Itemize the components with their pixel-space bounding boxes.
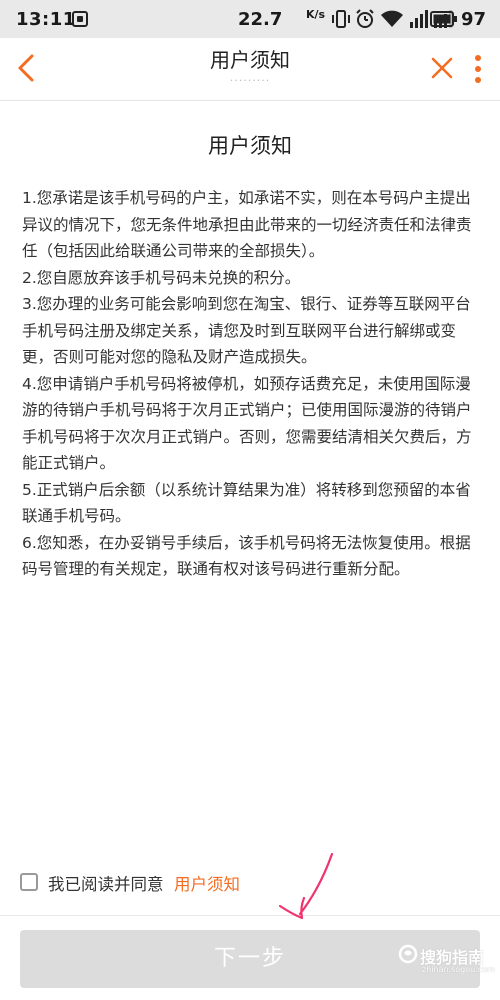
notification-app-icon	[72, 11, 88, 27]
agree-label[interactable]: 我已阅读并同意	[48, 871, 164, 895]
terms-item: 6.您知悉，在办妥销号手续后，该手机号码将无法恢复使用。根据码号管理的有关规定，…	[22, 533, 471, 579]
back-button[interactable]	[10, 50, 46, 86]
terms-link[interactable]: 用户须知	[174, 871, 240, 895]
page-subtitle: ·········	[229, 74, 271, 87]
battery-percent: 97	[461, 9, 487, 30]
signal-icon	[410, 10, 428, 28]
chevron-left-icon	[18, 54, 34, 82]
terms-list: 1.您承诺是该手机号码的户主，如承诺不实，则在本号码户主提出异议的情况下，您无条…	[22, 185, 480, 583]
app-screen: 13:11 22.7 K/s 97 用户须知 ········· 用户须知 1.…	[0, 0, 500, 1000]
network-speed: 22.7	[238, 9, 283, 30]
alarm-icon	[356, 9, 374, 28]
network-speed-unit: K/s	[306, 8, 326, 21]
watermark-url: zhinan.sogou.com	[422, 965, 495, 974]
close-button[interactable]	[428, 54, 456, 82]
terms-item: 1.您承诺是该手机号码的户主，如承诺不实，则在本号码户主提出异议的情况下，您无条…	[22, 189, 472, 260]
close-icon	[431, 57, 453, 79]
terms-item: 3.您办理的业务可能会影响到您在淘宝、银行、证券等互联网平台手机号码注册及绑定关…	[22, 295, 471, 366]
agree-checkbox[interactable]	[20, 873, 38, 891]
title-bar: 用户须知 ·········	[0, 38, 500, 101]
terms-item: 5.正式销户后余额（以系统计算结果为准）将转移到您预留的本省联通手机号码。	[22, 480, 471, 526]
terms-heading: 用户须知	[208, 134, 292, 158]
battery-icon	[430, 11, 457, 27]
terms-item: 2.您自愿放弃该手机号码未兑换的积分。	[22, 268, 301, 287]
more-button[interactable]	[468, 52, 488, 86]
status-time: 13:11	[16, 9, 76, 30]
more-vertical-icon	[475, 55, 481, 83]
sogou-watermark: 搜狗指南 zhinan.sogou.com	[398, 944, 498, 984]
divider	[0, 915, 500, 916]
status-bar: 13:11 22.7 K/s 97	[0, 0, 500, 38]
page-title: 用户须知	[210, 48, 290, 72]
agreement-row: 我已阅读并同意 用户须知	[20, 871, 320, 895]
vibrate-icon	[332, 10, 350, 28]
terms-item: 4.您申请销户手机号码将被停机，如预存话费充足，未使用国际漫游的待销户手机号码将…	[22, 374, 472, 473]
sogou-logo-icon	[398, 944, 418, 964]
wifi-icon	[381, 10, 403, 27]
